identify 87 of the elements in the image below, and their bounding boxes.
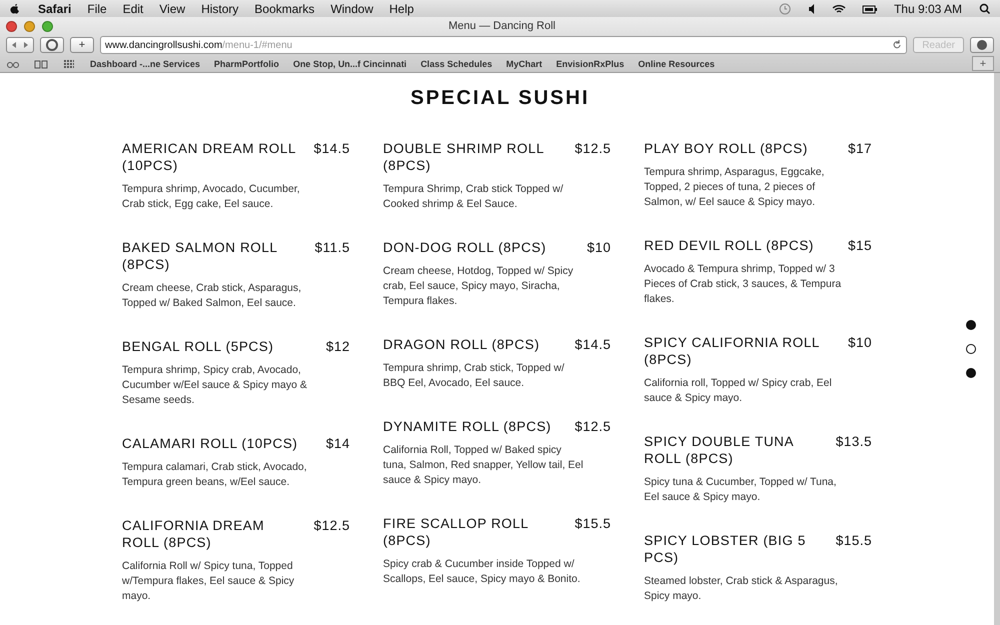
bookmark-link[interactable]: EnvisionRxPlus — [556, 58, 624, 68]
dish-name: CALIFORNIA DREAM ROLL (8PCS) — [122, 517, 266, 551]
arrows-icon — [11, 41, 29, 49]
dish-description: Tempura shrimp, Asparagus, Eggcake, Topped, 2 pieces of tuna, 2 pieces of Salmon, w/ Eel sauce & Spicy mayo. — [644, 165, 826, 210]
dish-description: Cream cheese, Hotdog, Topped w/ Spicy crab, Eel sauce, Spicy mayo, Siracha, Tempura flakes. — [383, 264, 574, 309]
wifi-icon — [832, 2, 846, 14]
dish-description: Cream cheese, Crab stick, Asparagus, Topped w/ Baked Salmon, Eel sauce. — [122, 281, 302, 311]
dish-name: CALAMARI ROLL (10PCS) — [122, 435, 298, 452]
dish-price: $12.5 — [574, 140, 611, 157]
dish-price: $12.5 — [314, 517, 350, 534]
dish-price: $13.5 — [836, 433, 872, 450]
window-title: Menu — Dancing Roll — [448, 20, 556, 32]
dish-description: Tempura calamari, Crab stick, Avocado, Tempura green beans, w/Eel sauce. — [122, 460, 308, 490]
battery-icon — [862, 2, 878, 14]
dish-description: Tempura shrimp, Avocado, Cucumber, Crab stick, Egg cake, Eel sauce. — [122, 182, 301, 212]
dish-description: Spicy crab & Cucumber inside Topped w/ Scallops, Eel sauce, Spicy mayo & Bonito. — [383, 557, 582, 587]
dish-description: California Roll w/ Spicy tuna, Topped w/Tempura flakes, Eel sauce & Spicy mayo. — [122, 559, 296, 604]
dish-name: FIRE SCALLOP ROLL (8PCS) — [383, 515, 530, 549]
close-button[interactable] — [6, 20, 17, 32]
search-icon — [978, 2, 992, 14]
dish-name: DOUBLE SHRIMP ROLL (8PCS) — [383, 140, 545, 174]
section-dot[interactable] — [966, 320, 976, 330]
menu-item[interactable]: Edit — [122, 2, 144, 16]
section-dot[interactable] — [966, 344, 976, 354]
dish-price: $14.5 — [314, 140, 350, 157]
back-forward-button[interactable] — [6, 37, 34, 53]
dish-description: California Roll, Topped w/ Baked spicy tuna, Salmon, Red snapper, Yellow tail, Eel sauce & Spicy mayo. — [383, 443, 584, 488]
top-sites-button[interactable] — [40, 37, 64, 53]
bookmark-link[interactable]: One Stop, Un...f Cincinnati — [293, 58, 407, 68]
new-tab-button[interactable]: + — [70, 37, 94, 53]
menu-item[interactable]: File — [87, 2, 107, 16]
apple-icon — [8, 2, 22, 14]
zoom-button[interactable] — [42, 20, 53, 32]
clock-icon — [778, 2, 792, 14]
dish-price: $11.5 — [314, 239, 350, 256]
dish-price: $15 — [848, 237, 872, 254]
minimize-button[interactable] — [24, 20, 35, 32]
dish-price: $14.5 — [574, 336, 611, 353]
bookmark-link[interactable]: Dashboard -...ne Services — [90, 58, 200, 68]
dish-name: SPICY DOUBLE TUNA ROLL (8PCS) — [644, 433, 794, 467]
dish-description: Tempura Shrimp, Crab stick Topped w/ Cooked shrimp & Eel Sauce. — [383, 182, 564, 212]
dish-price: $17 — [848, 140, 872, 157]
dish-name: BAKED SALMON ROLL (8PCS) — [122, 239, 278, 273]
menu-item[interactable]: Help — [389, 2, 414, 16]
menu-item[interactable]: Bookmarks — [254, 2, 315, 16]
section-heading: SPECIAL SUSHI — [410, 87, 590, 110]
book-icon — [34, 58, 48, 70]
dish-name: SPICY LOBSTER (BIG 5 PCS) — [644, 532, 807, 566]
dish-name: SPICY CALIFORNIA ROLL (8PCS) — [644, 334, 820, 368]
bookmark-link[interactable]: PharmPortfolio — [214, 58, 280, 68]
bookmark-link[interactable]: Online Resources — [638, 58, 715, 68]
dish-name: DYNAMITE ROLL (8PCS) — [383, 418, 552, 435]
section-dot[interactable] — [966, 368, 976, 378]
grid-icon — [62, 58, 76, 70]
downloads-icon — [977, 40, 987, 50]
dish-name: BENGAL ROLL (5PCS) — [122, 338, 274, 355]
app-menu[interactable]: Safari — [38, 2, 72, 16]
dish-price: $12 — [326, 338, 350, 355]
dish-name: RED DEVIL ROLL (8PCS) — [644, 237, 814, 254]
dish-price: $12.5 — [574, 418, 611, 435]
dish-description: Avocado & Tempura shrimp, Topped w/ 3 Pieces of Crab stick, 3 sauces, & Tempura flakes. — [644, 262, 842, 307]
menu-item[interactable]: Window — [330, 2, 374, 16]
bookmark-link[interactable]: MyChart — [506, 58, 542, 68]
dish-name: DRAGON ROLL (8PCS) — [383, 336, 540, 353]
dish-name: DON-DOG ROLL (8PCS) — [383, 239, 546, 256]
menu-item[interactable]: View — [159, 2, 186, 16]
dish-price: $14 — [326, 435, 350, 452]
clock: Thu 9:03 AM — [894, 2, 962, 16]
dish-description: Tempura shrimp, Spicy crab, Avocado, Cucumber w/Eel sauce & Spicy mayo & Sesame seeds. — [122, 363, 308, 408]
dish-price: $15.5 — [836, 532, 872, 549]
dish-price: $10 — [586, 239, 611, 256]
add-tab-button[interactable]: + — [972, 56, 994, 71]
dish-description: Steamed lobster, Crab stick & Asparagus, Spicy mayo. — [644, 574, 839, 604]
dish-price: $15.5 — [574, 515, 611, 532]
dish-price: $10 — [848, 334, 872, 351]
downloads-button[interactable] — [970, 37, 994, 53]
dish-description: Tempura shrimp, Crab stick, Topped w/ BBQ Eel, Avocado, Eel sauce. — [383, 361, 566, 391]
dish-description: Spicy tuna & Cucumber, Topped w/ Tuna, Eel sauce & Spicy mayo. — [644, 475, 838, 505]
dish-description: California roll, Topped w/ Spicy crab, Eel sauce & Spicy mayo. — [644, 376, 833, 406]
menu-item[interactable]: History — [201, 2, 239, 16]
address-field[interactable]: www.dancingrollsushi.com/menu-1/#menu — [100, 36, 908, 54]
volume-icon — [808, 2, 816, 14]
dish-name: AMERICAN DREAM ROLL (10PCS) — [122, 140, 297, 174]
dish-name: PLAY BOY ROLL (8PCS) — [644, 140, 808, 157]
reload-icon — [892, 39, 902, 51]
ring-icon — [46, 39, 58, 51]
bookmark-link[interactable]: Class Schedules — [420, 58, 492, 68]
